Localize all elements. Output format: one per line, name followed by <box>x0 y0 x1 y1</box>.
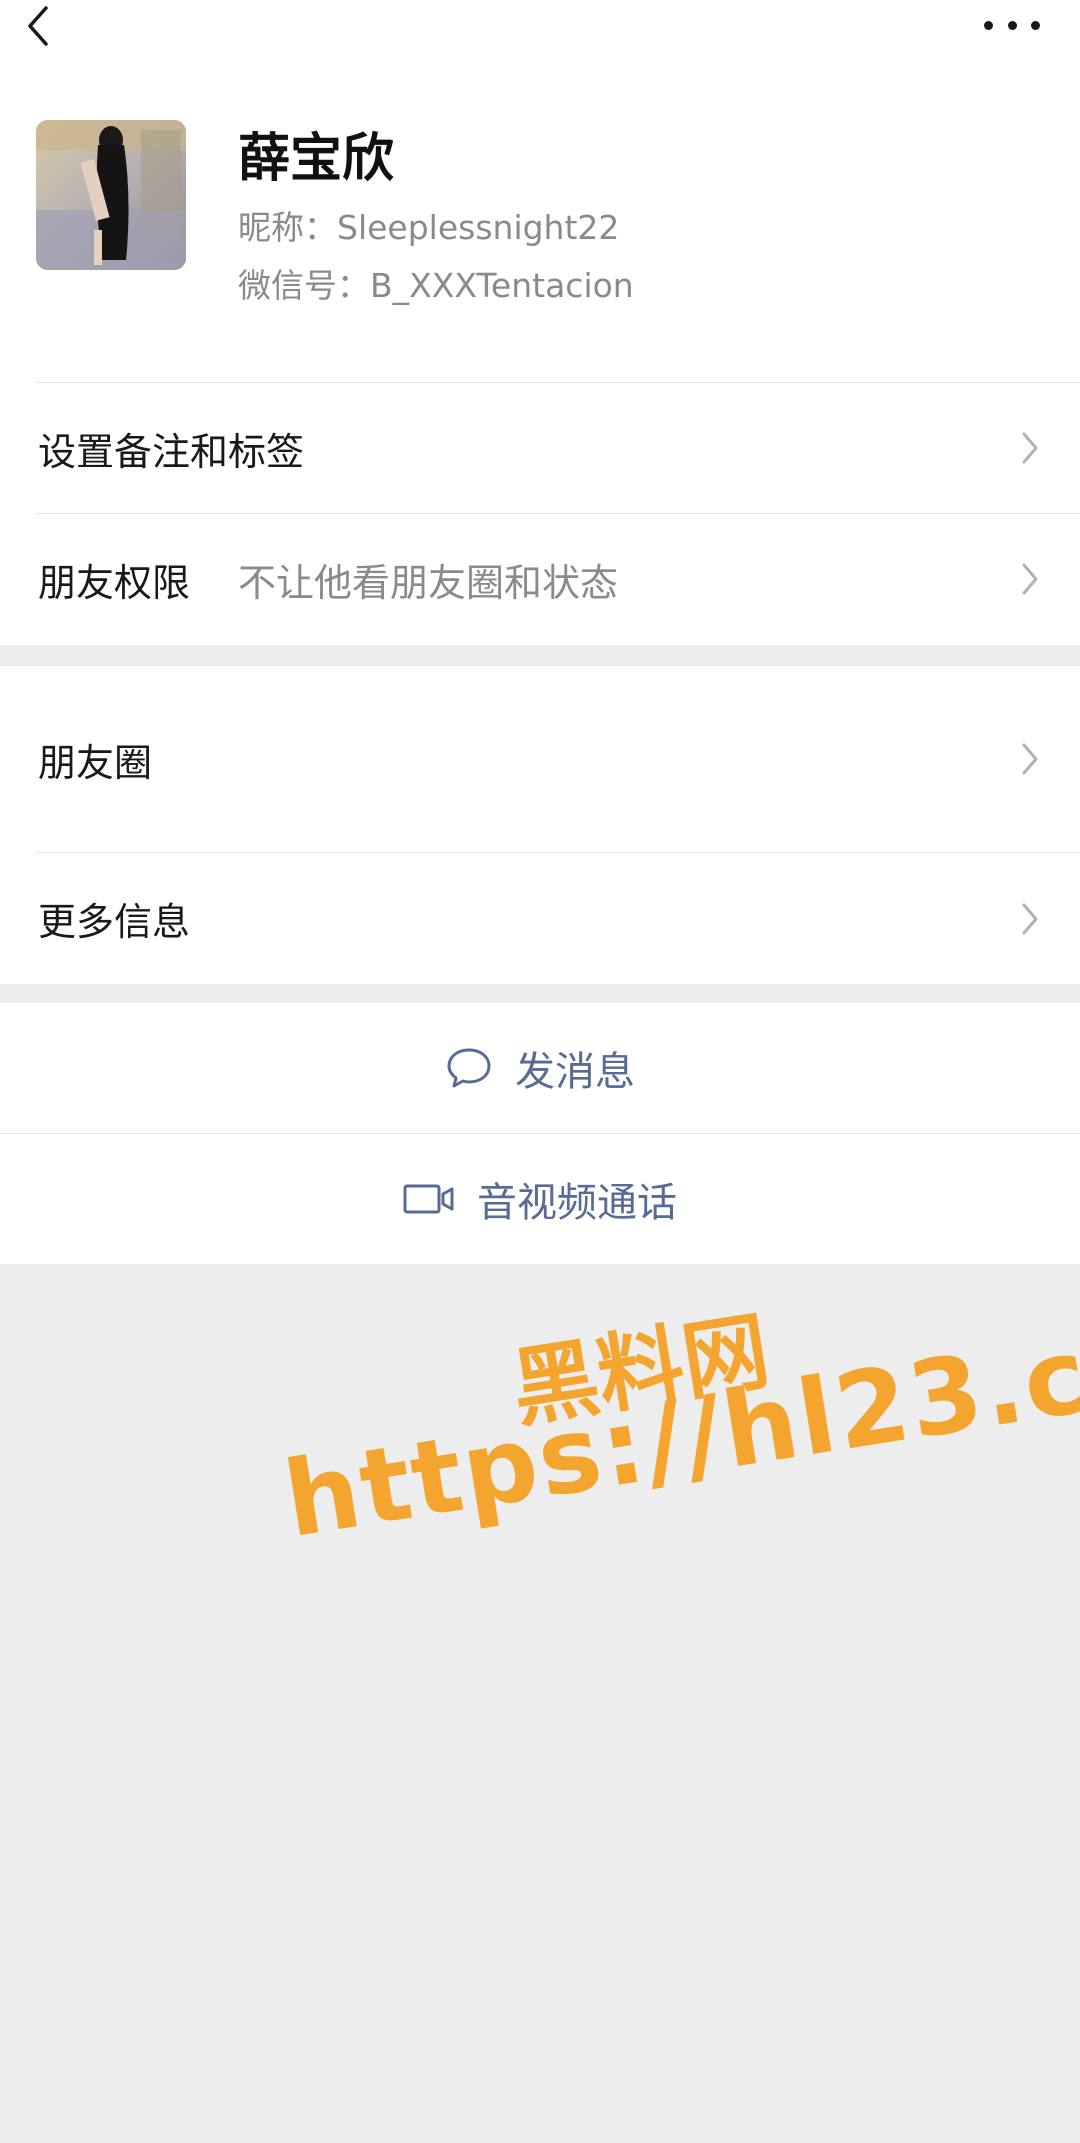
video-camera-icon <box>403 1182 455 1216</box>
video-call-content: 音视频通话 <box>403 1170 677 1228</box>
profile-card: 薛宝欣 昵称：Sleeplessnight22 微信号：B_XXXTentaci… <box>0 60 1080 383</box>
top-nav-bar <box>0 0 1080 60</box>
nickname: 昵称：Sleeplessnight22 <box>238 208 620 247</box>
more-options-button[interactable] <box>984 10 1040 40</box>
contact-profile-page: 薛宝欣 昵称：Sleeplessnight22 微信号：B_XXXTentaci… <box>0 0 1080 2143</box>
watermark-title: 黑料网 <box>505 1301 776 1441</box>
chevron-left-icon <box>28 6 48 46</box>
more-dot <box>1007 20 1017 30</box>
send-message-content: 发消息 <box>445 1039 635 1097</box>
more-info-row[interactable]: 更多信息 <box>0 853 1080 984</box>
send-message-button[interactable]: 发消息 <box>0 1003 1080 1133</box>
chevron-right-icon <box>1022 432 1038 464</box>
remarks-and-tags-row[interactable]: 设置备注和标签 <box>0 383 1080 513</box>
row-label: 设置备注和标签 <box>38 429 305 474</box>
chat-bubble-icon <box>445 1046 493 1090</box>
more-horizontal-icon <box>984 20 993 30</box>
video-call-label: 音视频通话 <box>477 1180 677 1226</box>
watermark-url: https://hl23.co <box>276 1302 1080 1562</box>
row-label: 朋友圈 <box>38 740 153 785</box>
video-call-button[interactable]: 音视频通话 <box>0 1134 1080 1264</box>
chevron-right-icon <box>1022 903 1038 934</box>
row-label: 更多信息 <box>38 900 191 944</box>
contact-name: 薛宝欣 <box>238 129 395 189</box>
friend-permissions-row[interactable]: 朋友权限 不让他看朋友圈和状态 <box>0 514 1080 644</box>
avatar[interactable] <box>36 120 186 270</box>
chevron-right-icon <box>1022 563 1038 595</box>
more-dot <box>1031 20 1040 30</box>
back-button[interactable] <box>26 0 66 52</box>
info-section: 朋友圈 更多信息 <box>0 666 1080 984</box>
chevron-right-icon <box>1022 743 1038 775</box>
row-value: 不让他看朋友圈和状态 <box>238 560 619 605</box>
moments-row[interactable]: 朋友圈 <box>0 666 1080 852</box>
wechat-id: 微信号：B_XXXTentacion <box>238 266 634 305</box>
avatar-photo <box>36 120 186 270</box>
send-message-label: 发消息 <box>515 1049 635 1095</box>
settings-section: 设置备注和标签 朋友权限 不让他看朋友圈和状态 <box>0 383 1080 645</box>
row-label: 朋友权限 <box>38 560 191 605</box>
